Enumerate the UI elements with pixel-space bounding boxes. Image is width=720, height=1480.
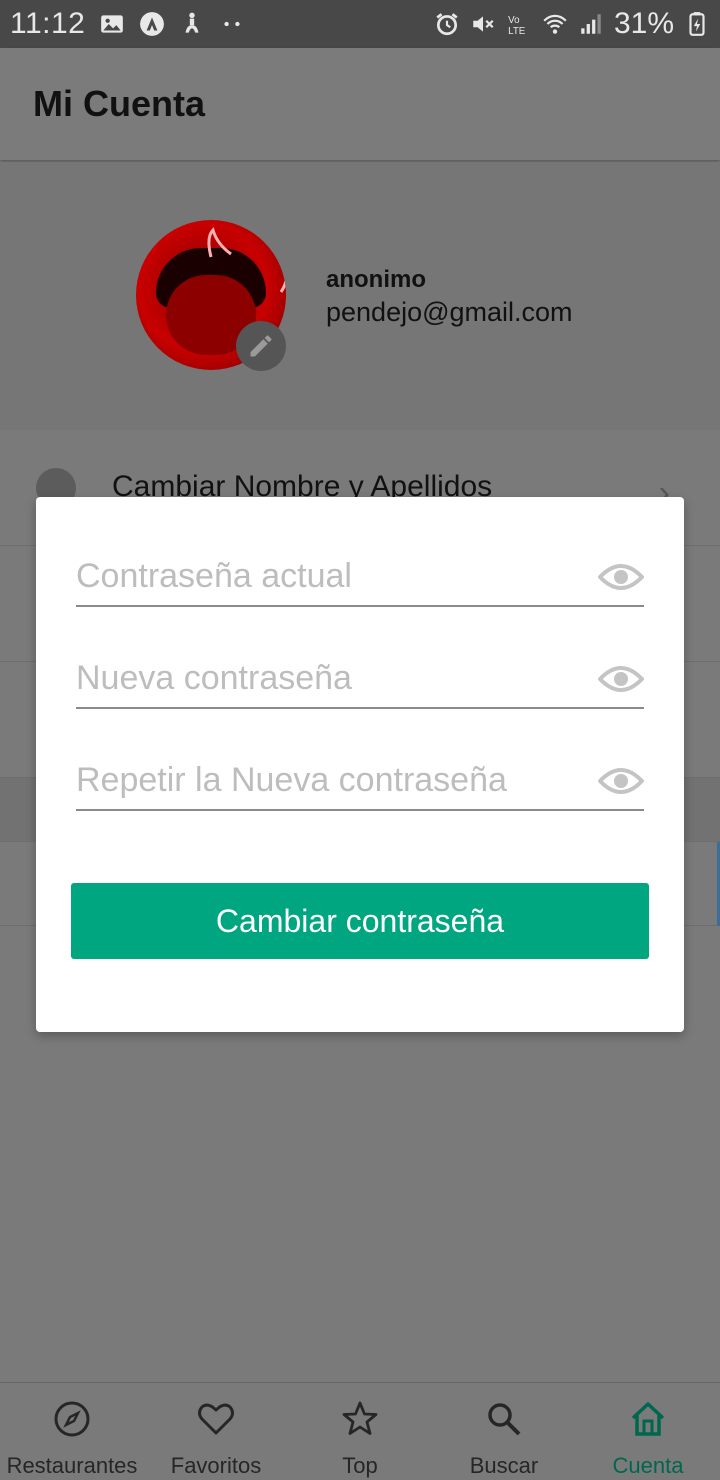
edit-avatar-button[interactable] [236, 321, 286, 371]
app-a-icon [140, 12, 165, 36]
new-password-field [76, 649, 644, 709]
compass-icon [54, 1401, 90, 1437]
status-time: 11:12 [10, 7, 86, 40]
heart-icon [198, 1403, 234, 1435]
eye-icon[interactable] [598, 561, 644, 593]
battery-charging-icon [689, 12, 705, 36]
profile-header: anonimo pendejo@gmail.com [0, 162, 720, 430]
repeat-password-input[interactable] [76, 751, 576, 809]
nav-item-cuenta[interactable]: Cuenta [576, 1383, 720, 1480]
status-right-icons: Vo LTE 31% [434, 7, 710, 41]
volte-icon: VoLTE [508, 15, 526, 37]
nav-item-restaurantes[interactable]: Restaurantes [0, 1383, 144, 1480]
nav-item-favoritos[interactable]: Favoritos [144, 1383, 288, 1480]
nav-label: Buscar [469, 1453, 539, 1478]
change-password-button[interactable]: Cambiar contraseña [71, 883, 649, 959]
eye-icon[interactable] [598, 663, 644, 695]
pencil-icon [250, 335, 272, 357]
repeat-password-field [76, 751, 644, 811]
status-bar: 11:12 Vo LTE 31% [0, 0, 720, 48]
more-dots-icon [224, 21, 240, 27]
wifi-icon [543, 14, 567, 34]
star-icon [342, 1401, 378, 1435]
signal-icon [581, 14, 601, 34]
current-password-input[interactable] [76, 547, 576, 605]
new-password-input[interactable] [76, 649, 576, 707]
home-icon [631, 1402, 665, 1436]
nav-label: Restaurantes [6, 1453, 138, 1478]
search-icon [488, 1403, 521, 1436]
gallery-icon [101, 15, 124, 33]
page-title: Mi Cuenta [33, 83, 206, 124]
svg-text:Vo: Vo [508, 15, 520, 26]
bottom-navigation: Restaurantes Favoritos Top Buscar Cuenta [0, 1382, 720, 1480]
nav-label: Cuenta [612, 1453, 684, 1478]
current-password-field [76, 547, 644, 607]
nav-label: Top [342, 1453, 378, 1478]
profile-email: pendejo@gmail.com [326, 297, 573, 327]
app-bar: Mi Cuenta [0, 48, 720, 160]
battery-percentage: 31% [613, 7, 674, 40]
eye-icon[interactable] [598, 765, 644, 797]
nav-label: Favoritos [170, 1453, 262, 1478]
svg-text:LTE: LTE [508, 26, 526, 37]
mute-icon [473, 16, 494, 32]
change-password-dialog: Cambiar contraseña [36, 497, 684, 1032]
profile-name: anonimo [326, 266, 426, 293]
alarm-icon [436, 13, 458, 36]
devil-horns-icon [207, 227, 286, 293]
nav-item-buscar[interactable]: Buscar [432, 1383, 576, 1480]
accessibility-icon [185, 12, 199, 33]
status-left-icons [99, 11, 245, 37]
nav-item-top[interactable]: Top [288, 1383, 432, 1480]
